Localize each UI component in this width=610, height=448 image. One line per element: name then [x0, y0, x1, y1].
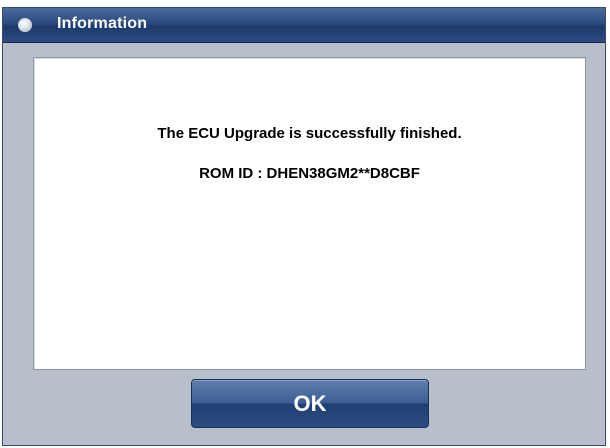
- window-circle-icon: [18, 18, 32, 32]
- dialog-title: Information: [57, 15, 148, 32]
- message-panel: The ECU Upgrade is successfully finished…: [33, 57, 586, 370]
- rom-id-text: ROM ID : DHEN38GM2**D8CBF: [199, 165, 420, 182]
- status-message: The ECU Upgrade is successfully finished…: [157, 125, 462, 142]
- dialog-titlebar[interactable]: Information: [3, 8, 605, 43]
- information-dialog: Information The ECU Upgrade is successfu…: [2, 7, 606, 446]
- ok-button[interactable]: OK: [191, 379, 429, 428]
